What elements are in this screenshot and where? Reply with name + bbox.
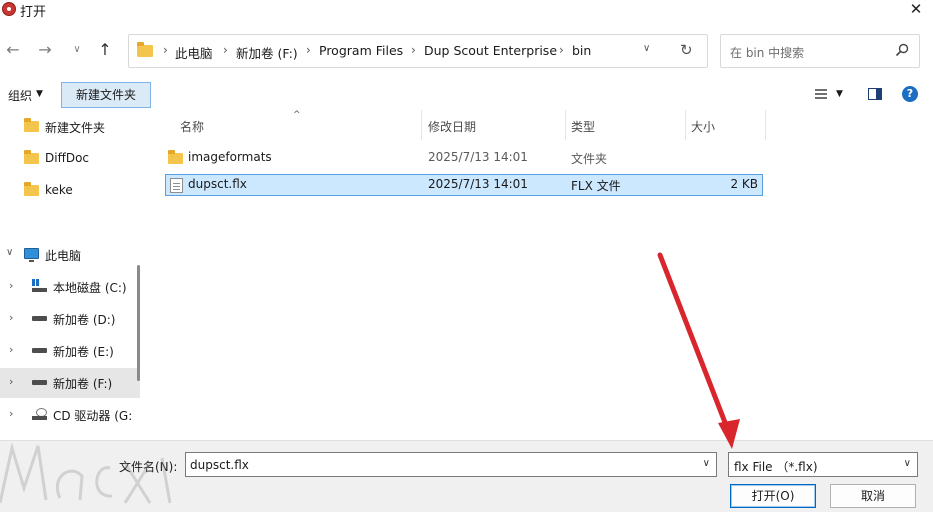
nav-item-new-folder[interactable]: 新建文件夹 (0, 112, 140, 142)
nav-item-label: 本地磁盘 (C:) (53, 281, 127, 295)
chevron-down-icon[interactable]: ∨ (904, 458, 911, 469)
file-size: 2 KB (730, 177, 758, 191)
nav-item-label: 新加卷 (D:) (53, 313, 116, 327)
nav-pane-scrollbar[interactable] (137, 265, 140, 381)
file-type: FLX 文件 (571, 179, 621, 193)
annotation-arrow-icon (657, 252, 740, 449)
breadcrumb-this-pc[interactable]: 此电脑 (175, 43, 213, 62)
filename-input[interactable]: dupsct.flx ∨ (185, 452, 717, 477)
breadcrumb-drive-f[interactable]: 新加卷 (F:) (236, 43, 298, 62)
caret-down-icon[interactable]: ▼ (836, 89, 843, 99)
watermark-logo-icon (0, 442, 172, 504)
chevron-down-icon[interactable]: ∨ (703, 458, 710, 469)
file-row-imageformats[interactable]: imageformats 2025/7/13 14:01 文件夹 (165, 147, 763, 169)
refresh-icon[interactable]: ↻ (680, 41, 693, 59)
file-list: ^ 名称 修改日期 类型 大小 imageformats 2025/7/13 1… (145, 110, 933, 440)
preview-pane-icon[interactable] (868, 88, 882, 100)
windows-drive-icon (32, 279, 47, 292)
organize-button[interactable]: 组织 (8, 87, 32, 104)
column-divider[interactable] (685, 110, 686, 140)
forward-arrow-icon[interactable]: → (34, 39, 56, 61)
window-title: 打开 (20, 5, 47, 20)
folder-icon (24, 182, 39, 196)
file-name: imageformats (188, 150, 272, 164)
caret-down-icon[interactable]: ▼ (36, 89, 43, 99)
column-divider[interactable] (765, 110, 766, 140)
title-bar: 打开 ✕ (0, 0, 933, 24)
nav-item-label: 此电脑 (45, 249, 82, 263)
recent-locations-chevron-icon[interactable]: ∨ (66, 39, 88, 61)
breadcrumb-separator-icon: › (559, 43, 564, 57)
nav-item-drive-f[interactable]: › 新加卷 (F:) (0, 368, 140, 398)
column-header-type[interactable]: 类型 (571, 118, 595, 135)
column-header-name[interactable]: 名称 (180, 118, 204, 135)
breadcrumb-separator-icon: › (163, 43, 168, 57)
command-bar: 组织 ▼ 新建文件夹 ▼ ? (0, 80, 933, 110)
file-name: dupsct.flx (188, 177, 247, 191)
file-type: 文件夹 (571, 152, 608, 166)
new-folder-button[interactable]: 新建文件夹 (61, 82, 151, 108)
search-box[interactable]: 在 bin 中搜索 (720, 34, 920, 68)
chevron-right-icon[interactable]: › (9, 375, 13, 388)
file-modified: 2025/7/13 14:01 (428, 177, 528, 191)
nav-item-diffdoc[interactable]: DiffDoc (0, 144, 140, 174)
nav-item-drive-c[interactable]: › 本地磁盘 (C:) (0, 272, 140, 302)
close-button[interactable]: ✕ (899, 0, 933, 20)
folder-icon (24, 118, 39, 132)
file-type-filter-value: flx File （*.flx) (734, 460, 818, 474)
chevron-right-icon[interactable]: › (9, 311, 13, 324)
nav-item-label: 新建文件夹 (45, 121, 106, 135)
file-icon (170, 178, 183, 193)
nav-item-label: 新加卷 (F:) (53, 377, 113, 391)
filename-value: dupsct.flx (190, 458, 249, 472)
nav-item-drive-e[interactable]: › 新加卷 (E:) (0, 336, 140, 366)
computer-icon (24, 248, 39, 262)
nav-item-label: keke (45, 183, 73, 197)
folder-icon (137, 42, 153, 57)
file-type-filter-select[interactable]: flx File （*.flx) ∨ (728, 452, 918, 477)
help-icon[interactable]: ? (902, 86, 918, 102)
chevron-right-icon[interactable]: › (9, 343, 13, 356)
chevron-down-icon[interactable]: ∨ (6, 247, 13, 258)
folder-icon (168, 150, 183, 164)
search-placeholder: 在 bin 中搜索 (730, 46, 805, 60)
column-header-size[interactable]: 大小 (691, 118, 715, 135)
search-icon[interactable] (895, 43, 909, 57)
drive-icon (32, 348, 47, 353)
chevron-right-icon[interactable]: › (9, 279, 13, 292)
column-divider[interactable] (565, 110, 566, 140)
file-modified: 2025/7/13 14:01 (428, 150, 528, 164)
column-divider[interactable] (421, 110, 422, 140)
breadcrumb-separator-icon: › (306, 43, 311, 57)
column-header-date[interactable]: 修改日期 (428, 118, 476, 135)
nav-item-label: 新加卷 (E:) (53, 345, 114, 359)
view-options-icon[interactable] (814, 87, 828, 101)
breadcrumb-dup-scout[interactable]: Dup Scout Enterprise (424, 43, 557, 58)
address-bar[interactable]: › 此电脑 › 新加卷 (F:) › Program Files › Dup S… (128, 34, 708, 68)
breadcrumb-separator-icon: › (223, 43, 228, 57)
breadcrumb-program-files[interactable]: Program Files (319, 43, 403, 58)
sort-ascending-icon: ^ (293, 110, 301, 120)
breadcrumb-separator-icon: › (411, 43, 416, 57)
nav-item-label: DiffDoc (45, 151, 90, 165)
navigation-pane: 新建文件夹 DiffDoc keke ∨ 此电脑 › 本地磁盘 (C:) › 新… (0, 110, 145, 440)
drive-icon (32, 380, 47, 385)
nav-item-this-pc[interactable]: ∨ 此电脑 (0, 240, 140, 270)
breadcrumb-bin[interactable]: bin (572, 43, 591, 58)
back-arrow-icon[interactable]: ← (2, 39, 24, 61)
up-arrow-icon[interactable]: ↑ (94, 39, 116, 61)
nav-item-drive-d[interactable]: › 新加卷 (D:) (0, 304, 140, 334)
open-button[interactable]: 打开(O) (730, 484, 816, 508)
address-history-chevron-icon[interactable]: ∨ (643, 43, 650, 54)
file-row-dupsct[interactable]: dupsct.flx 2025/7/13 14:01 FLX 文件 2 KB (165, 174, 763, 196)
app-icon (2, 2, 16, 16)
folder-icon (24, 150, 39, 164)
drive-icon (32, 316, 47, 321)
cancel-button[interactable]: 取消 (830, 484, 916, 508)
nav-item-keke[interactable]: keke (0, 176, 140, 206)
